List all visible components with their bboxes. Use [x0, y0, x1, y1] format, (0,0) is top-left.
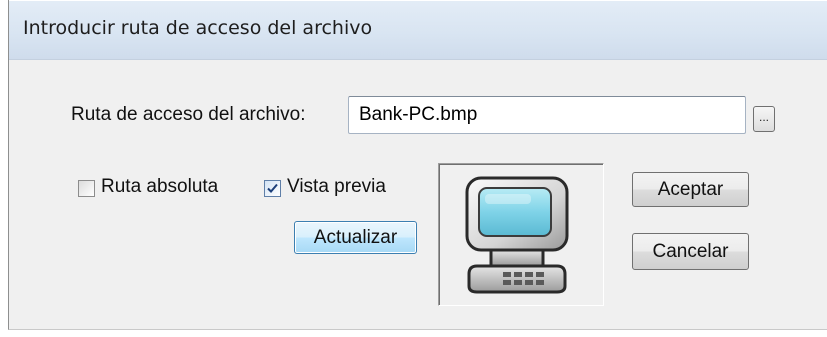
checkmark-icon	[267, 183, 278, 193]
cancel-button[interactable]: Cancelar	[632, 233, 749, 270]
file-path-field[interactable]	[348, 96, 746, 134]
title-bar: Introducir ruta de acceso del archivo	[9, 0, 827, 60]
file-path-dialog: Introducir ruta de acceso del archivo Ru…	[8, 0, 827, 330]
preview-label[interactable]: Vista previa	[287, 176, 386, 198]
absolute-path-label[interactable]: Ruta absoluta	[101, 176, 218, 198]
browse-button[interactable]: ...	[753, 106, 775, 132]
refresh-button[interactable]: Actualizar	[294, 221, 417, 254]
computer-icon	[465, 176, 569, 294]
image-preview-frame	[438, 163, 604, 306]
file-path-label: Ruta de acceso del archivo:	[71, 104, 306, 125]
preview-checkbox[interactable]	[264, 180, 281, 197]
ok-button[interactable]: Aceptar	[632, 172, 749, 207]
dialog-title: Introducir ruta de acceso del archivo	[23, 17, 373, 39]
file-path-input[interactable]	[359, 103, 739, 127]
absolute-path-checkbox[interactable]	[78, 180, 95, 197]
